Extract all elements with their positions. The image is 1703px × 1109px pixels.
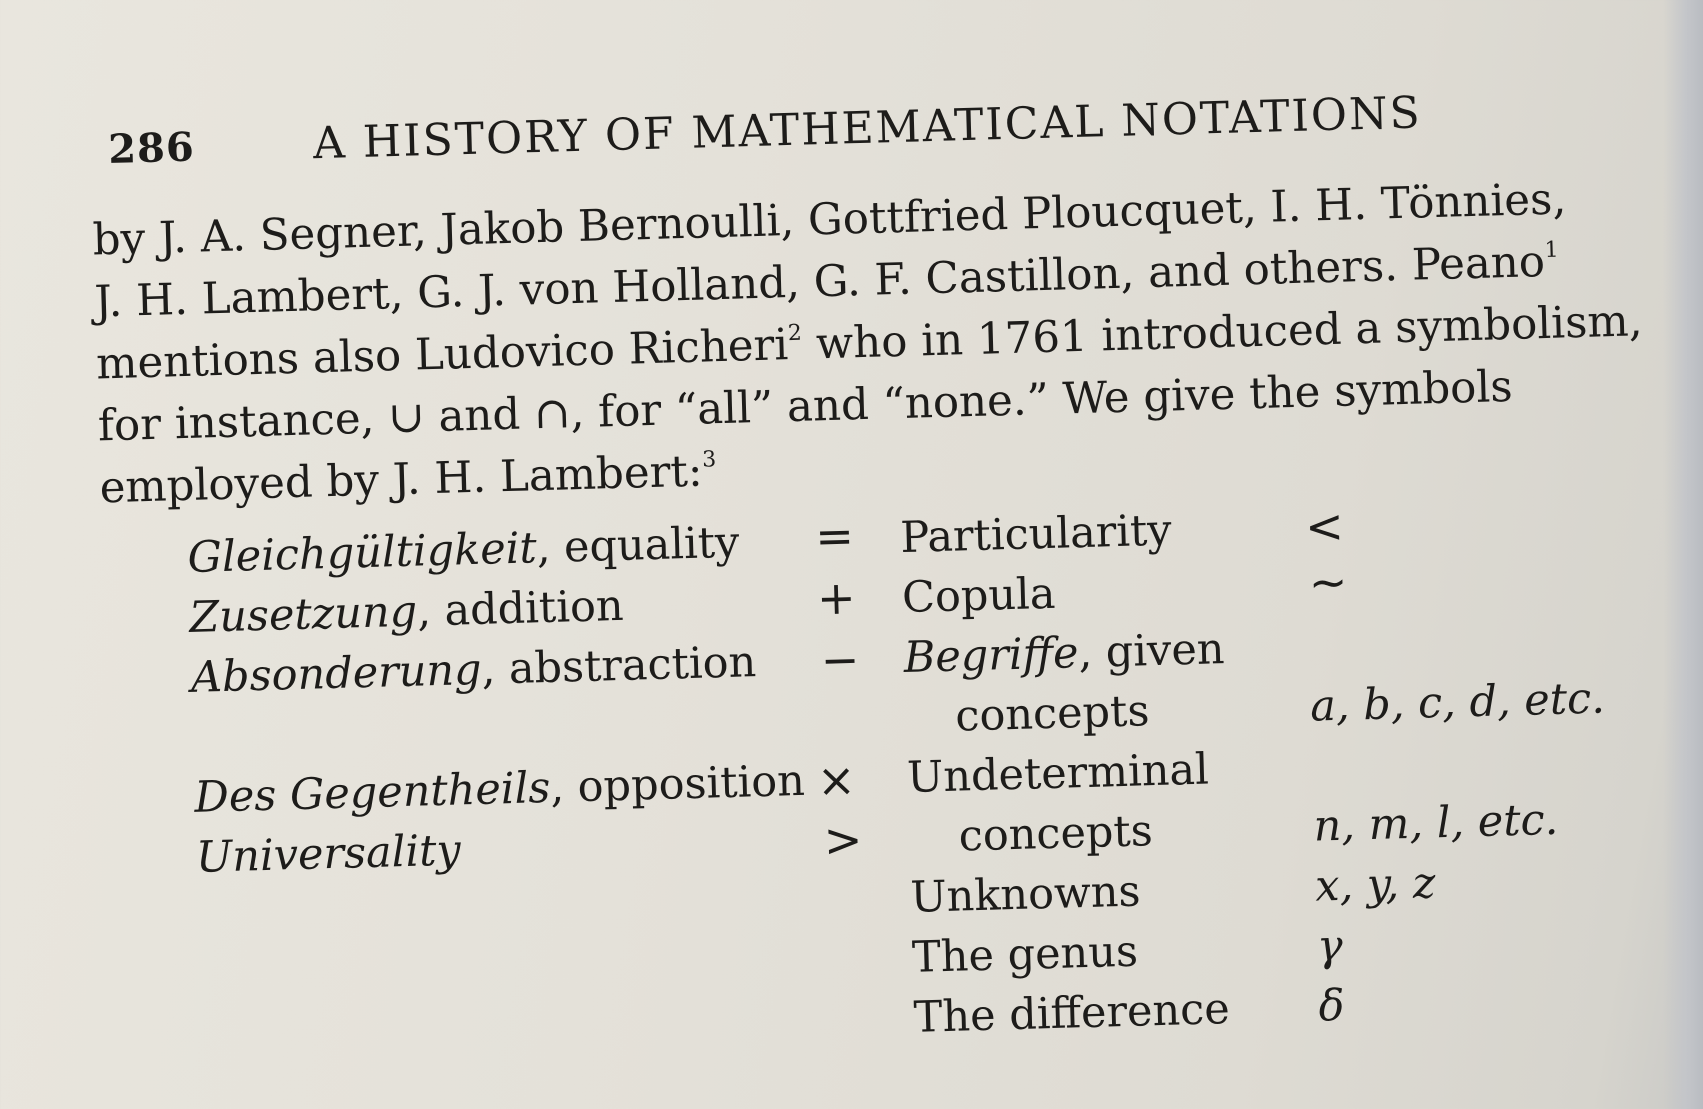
- left-term: Zusetzung: [188, 586, 418, 643]
- left-row-universality: Universality: [195, 825, 461, 882]
- symbol-particularity: <: [1304, 498, 1345, 554]
- right-row-given-concepts: concepts: [954, 686, 1151, 742]
- left-meaning: , addition: [416, 580, 625, 637]
- right-row-begriffe: Begriffe, given: [903, 624, 1225, 683]
- left-row-abstraction: Absonderung, abstraction: [190, 637, 757, 703]
- symbol-difference: δ: [1317, 980, 1346, 1032]
- symbol-equality: =: [814, 508, 855, 564]
- right-row-particularity: Particularity: [899, 505, 1173, 564]
- right-row-unknowns: Unknowns: [909, 866, 1142, 923]
- symbol-given-concepts: a, b, c, d, etc.: [1309, 673, 1606, 732]
- right-row-difference: The difference: [913, 984, 1231, 1043]
- left-meaning: , abstraction: [480, 637, 757, 695]
- right-row-genus: The genus: [911, 926, 1139, 983]
- symbol-genus: γ: [1316, 920, 1344, 972]
- symbol-opposition: ×: [816, 752, 857, 808]
- symbol-undeterminal-concepts: n, m, l, etc.: [1312, 794, 1559, 852]
- right-term-italic: Begriffe: [903, 628, 1080, 684]
- left-meaning: , equality: [535, 517, 741, 574]
- right-row-undeterminal-concepts: concepts: [958, 806, 1154, 862]
- symbol-copula: ~: [1308, 554, 1349, 610]
- left-term: Des Gegentheils: [193, 762, 552, 823]
- symbol-universality: >: [823, 812, 864, 868]
- symbol-addition: +: [816, 570, 857, 626]
- left-term: Gleichgültigkeit: [186, 523, 538, 583]
- left-meaning: , opposition: [549, 755, 806, 813]
- symbol-abstraction: −: [820, 632, 861, 688]
- symbol-unknowns: x, y, z: [1314, 858, 1437, 912]
- left-term: Universality: [195, 825, 462, 883]
- right-row-copula: Copula: [901, 568, 1057, 624]
- book-page: 286 A HISTORY OF MATHEMATICAL NOTATIONS …: [0, 0, 1703, 1109]
- lambert-symbols-table: Gleichgültigkeit, equality = Zusetzung, …: [0, 0, 1703, 1109]
- left-row-opposition: Des Gegentheils, opposition: [194, 756, 806, 823]
- right-row-undeterminal: Undeterminal: [906, 744, 1210, 803]
- left-term: Absonderung: [190, 644, 483, 703]
- left-row-addition: Zusetzung, addition: [189, 581, 625, 643]
- right-term-rest: , given: [1077, 624, 1226, 679]
- left-row-equality: Gleichgültigkeit, equality: [187, 518, 740, 583]
